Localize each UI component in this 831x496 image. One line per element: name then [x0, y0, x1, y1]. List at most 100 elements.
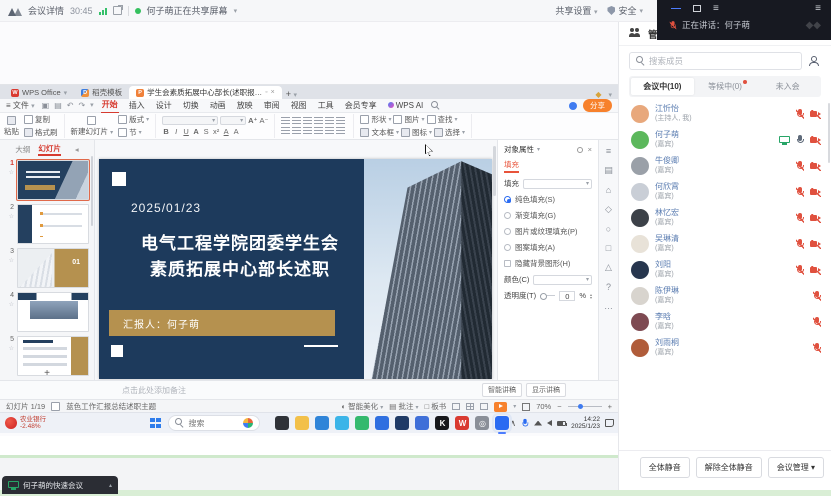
- align-left-icon[interactable]: [281, 127, 290, 135]
- bing-icon[interactable]: [335, 416, 349, 430]
- camera-off-icon[interactable]: [810, 110, 821, 119]
- participant-row[interactable]: 吴琳清 (嘉宾): [619, 231, 831, 257]
- wps-app-icon[interactable]: W: [455, 416, 469, 430]
- zoom-in-button[interactable]: +: [608, 402, 612, 411]
- paste-button[interactable]: 粘贴: [4, 116, 19, 137]
- pin-icon[interactable]: [577, 147, 583, 153]
- panel-tool-icon[interactable]: ○: [606, 224, 611, 234]
- participant-row[interactable]: 牛俊卿 (嘉宾): [619, 153, 831, 179]
- bullet-list-icon[interactable]: [281, 117, 290, 125]
- chevron-down-icon[interactable]: ▾: [234, 7, 238, 15]
- popout-icon[interactable]: [113, 6, 122, 15]
- slide[interactable]: 2025/01/23 电气工程学院团委学生会 素质拓展中心部长述职 汇报人：何子…: [99, 159, 492, 379]
- mic-muted-icon[interactable]: [796, 213, 804, 224]
- fullscreen-icon[interactable]: [522, 403, 530, 411]
- ribbon-tab[interactable]: 会员专享: [344, 99, 378, 113]
- clock-app-icon[interactable]: [375, 416, 389, 430]
- slide-canvas[interactable]: 2025/01/23 电气工程学院团委学生会 素质拓展中心部长述职 汇报人：何子…: [95, 140, 497, 380]
- panel-tool-icon[interactable]: ?: [606, 282, 611, 292]
- screen-share-icon[interactable]: [779, 136, 790, 145]
- slideshow-play-button[interactable]: [494, 402, 507, 412]
- font-style-button[interactable]: A: [192, 127, 200, 136]
- sharing-status-text[interactable]: 何子萌正在共享屏幕: [147, 4, 228, 17]
- outdent-icon[interactable]: [303, 117, 312, 125]
- font-style-button[interactable]: B: [162, 127, 170, 136]
- print-icon[interactable]: ▤: [54, 102, 62, 110]
- mic-muted-icon[interactable]: [796, 239, 804, 250]
- decrease-font-icon[interactable]: A⁻: [260, 116, 269, 125]
- camera-off-icon[interactable]: [810, 188, 821, 197]
- font-style-button[interactable]: I: [172, 127, 180, 136]
- beautify-star-icon[interactable]: ☆: [9, 345, 14, 352]
- chevron-down-icon[interactable]: ▾: [513, 403, 516, 410]
- chevron-up-icon[interactable]: ▴: [109, 482, 112, 489]
- normal-view-icon[interactable]: [452, 403, 460, 410]
- menu-icon[interactable]: ≡: [815, 3, 821, 14]
- panel-tool-icon[interactable]: □: [606, 243, 611, 253]
- ribbon-dropdown-button[interactable]: 形状▾: [360, 114, 391, 125]
- panel-tool-icon[interactable]: ▤: [604, 165, 613, 176]
- layout-window-icon[interactable]: [693, 5, 701, 12]
- slide-thumbnail[interactable]: 3☆ 01: [0, 246, 94, 290]
- fill-option-radio[interactable]: 图案填充(A): [504, 242, 592, 253]
- edge-icon[interactable]: [315, 416, 329, 430]
- mic-muted-icon[interactable]: [813, 343, 821, 354]
- paragraph-settings-icon[interactable]: [336, 127, 345, 135]
- ai-script-button[interactable]: 智能讲稿: [482, 383, 522, 397]
- tray-mic-icon[interactable]: [522, 418, 529, 427]
- ribbon-dropdown-button[interactable]: 选择▾: [434, 127, 465, 138]
- section-button[interactable]: 节 ▾: [118, 127, 149, 138]
- participant-row[interactable]: 李晗 (嘉宾): [619, 309, 831, 335]
- list-view-icon[interactable]: ≡: [713, 3, 719, 14]
- font-size-select[interactable]: ▾: [220, 116, 246, 125]
- hide-background-checkbox[interactable]: 隐藏背景图形(H): [504, 258, 592, 269]
- layout-button[interactable]: 版式 ▾: [118, 114, 149, 125]
- notification-center-icon[interactable]: [605, 419, 614, 427]
- collapse-panel-icon[interactable]: ◂: [75, 145, 79, 154]
- alpha-value[interactable]: 0: [559, 291, 575, 301]
- file-explorer-icon[interactable]: [295, 416, 309, 430]
- participant-row[interactable]: 林忆宏 (嘉宾): [619, 205, 831, 231]
- tencent-meeting-icon[interactable]: [495, 416, 509, 430]
- slide-date[interactable]: 2025/01/23: [131, 201, 201, 215]
- font-family-select[interactable]: ▾: [162, 116, 218, 125]
- volume-icon[interactable]: [547, 420, 552, 426]
- beautify-star-icon[interactable]: ☆: [9, 213, 14, 220]
- camera-off-icon[interactable]: [810, 136, 821, 145]
- notes-bar[interactable]: 点击此处添加备注 智能讲稿 显示讲稿: [0, 380, 618, 399]
- wps-home-tab[interactable]: WWPS Office ▾: [4, 86, 74, 99]
- fill-option-radio[interactable]: 图片或纹理填充(P): [504, 226, 592, 237]
- camera-off-icon[interactable]: [810, 162, 821, 171]
- canvas-scrollbar[interactable]: [493, 146, 496, 196]
- beautify-star-icon[interactable]: ☆: [9, 257, 14, 264]
- meeting-float-bar[interactable]: 何子萌的快速会议 ▴: [2, 476, 118, 494]
- participant-row[interactable]: 何欣霄 (嘉宾): [619, 179, 831, 205]
- beautify-button[interactable]: ◐ 智能美化 ▾: [342, 401, 384, 412]
- participant-row[interactable]: 刘阳 (嘉宾): [619, 257, 831, 283]
- save-icon[interactable]: ▣: [42, 102, 50, 110]
- camera-off-icon[interactable]: [810, 240, 821, 249]
- camera-off-icon[interactable]: [810, 266, 821, 275]
- zoom-out-button[interactable]: −: [557, 402, 561, 411]
- line-spacing-icon[interactable]: [325, 117, 334, 125]
- wifi-icon[interactable]: [534, 421, 542, 426]
- format-painter-button[interactable]: 格式刷: [24, 127, 58, 138]
- meeting-detail-button[interactable]: 会议详情: [28, 4, 64, 17]
- presenter-banner[interactable]: 汇报人：何子萌: [109, 310, 335, 336]
- store-app-icon[interactable]: [415, 416, 429, 430]
- mic-on-icon[interactable]: [796, 135, 804, 146]
- collapse-icon[interactable]: ▾: [608, 91, 612, 99]
- mic-muted-icon[interactable]: [796, 187, 804, 198]
- board-button[interactable]: □ 板书: [425, 401, 447, 412]
- mic-muted-icon[interactable]: [796, 265, 804, 276]
- participant-row[interactable]: 江忻怡 (主持人, 我): [619, 101, 831, 127]
- share-document-button[interactable]: 分享: [583, 99, 612, 112]
- taskbar-search[interactable]: 搜索: [168, 415, 260, 431]
- battery-icon[interactable]: [557, 421, 566, 426]
- comment-button[interactable]: ▤ 批注 ▾: [389, 401, 418, 412]
- ribbon-tab[interactable]: 工具: [317, 99, 335, 113]
- footer-button[interactable]: 全体静音: [640, 457, 690, 478]
- close-panel-icon[interactable]: ×: [588, 145, 592, 154]
- align-center-icon[interactable]: [292, 127, 301, 135]
- slide-thumbnail[interactable]: 2☆: [0, 202, 94, 246]
